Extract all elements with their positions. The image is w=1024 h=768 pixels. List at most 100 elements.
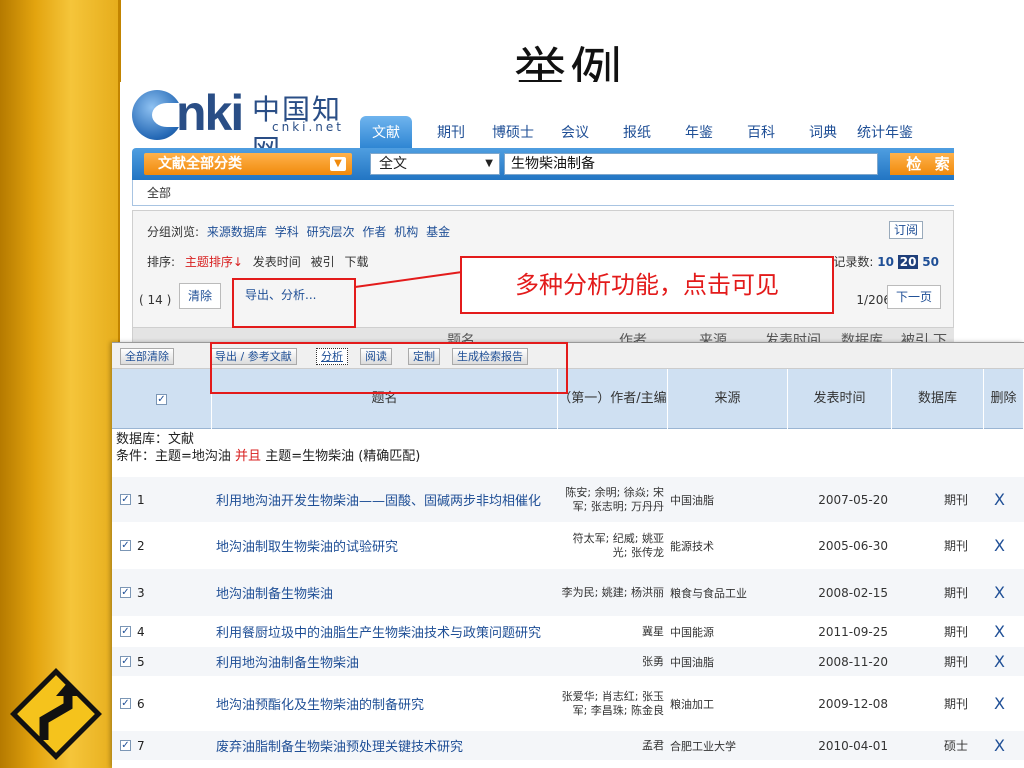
delete-icon[interactable]: X <box>994 647 1005 676</box>
field-select[interactable]: 全文 ▼ <box>370 153 500 175</box>
count-20[interactable]: 20 <box>897 255 919 269</box>
row-date: 2008-02-15 <box>818 585 888 600</box>
row-title-link[interactable]: 利用地沟油开发生物柴油——固酸、固碱两步非均相催化 <box>216 477 541 522</box>
tab-dictionary[interactable]: 词典 <box>792 116 854 148</box>
search-button[interactable]: 检 索 <box>890 153 954 175</box>
row-source: 粮食与食品工业 <box>670 586 747 600</box>
tab-thesis[interactable]: 博硕士 <box>482 116 544 148</box>
checkbox-icon[interactable]: ✓ <box>120 740 131 751</box>
search-bar: 文献全部分类 ▼ 全文 ▼ 生物柴油制备 检 索 <box>132 148 954 180</box>
row-date: 2010-04-01 <box>818 738 888 753</box>
tab-conference[interactable]: 会议 <box>544 116 606 148</box>
col-delete: 删除 <box>984 369 1024 429</box>
row-select[interactable]: ✓ 7 <box>120 731 145 760</box>
sort-label: 排序: <box>147 255 176 269</box>
checkbox-icon[interactable]: ✓ <box>120 494 131 505</box>
selected-count: ( 14 ) <box>139 293 172 307</box>
row-source: 中国油脂 <box>670 493 714 507</box>
sort-date[interactable]: 发表时间 <box>253 255 301 269</box>
group-subject[interactable]: 学科 <box>275 225 299 239</box>
row-db: 期刊 <box>943 586 968 600</box>
delete-icon[interactable]: X <box>994 477 1005 522</box>
delete-icon[interactable]: X <box>994 677 1005 730</box>
row-author: 符太军; 纪威; 姚亚光; 张传龙 <box>572 531 664 559</box>
clear-button[interactable]: 清除 <box>179 283 222 309</box>
search-input[interactable]: 生物柴油制备 <box>504 153 878 175</box>
callout-toolbar-highlight <box>210 342 568 394</box>
col-author: （第一）作者/主编 <box>558 369 668 429</box>
row-title-link[interactable]: 地沟油制备生物柴油 <box>216 569 333 616</box>
group-level[interactable]: 研究层次 <box>307 225 355 239</box>
group-source-db[interactable]: 来源数据库 <box>207 225 267 239</box>
row-date: 2011-09-25 <box>818 624 888 639</box>
row-db: 期刊 <box>943 697 968 711</box>
delete-icon[interactable]: X <box>994 731 1005 760</box>
checkbox-icon[interactable]: ✓ <box>120 626 131 637</box>
group-author[interactable]: 作者 <box>362 225 386 239</box>
count-10[interactable]: 10 <box>877 255 894 269</box>
search-conditions: 数据库：文献 条件：主题=地沟油 并且 主题=生物柴油 (精确匹配) <box>116 431 716 465</box>
row-select[interactable]: ✓ 4 <box>120 617 145 646</box>
page-indicator: 1/206 <box>856 293 891 307</box>
record-count: 记录数: 10 20 50 <box>833 253 939 270</box>
row-source: 粮油加工 <box>670 697 714 711</box>
row-author: 张爱华; 肖志红; 张玉军; 李昌珠; 陈金良 <box>561 689 664 717</box>
select-all-checkbox[interactable]: ✓ <box>156 393 167 405</box>
row-title-link[interactable]: 地沟油预酯化及生物柴油的制备研究 <box>216 677 424 730</box>
next-page-button[interactable]: 下一页 <box>886 285 941 309</box>
sort-download[interactable]: 下载 <box>344 255 368 269</box>
group-fund[interactable]: 基金 <box>426 225 450 239</box>
row-title-link[interactable]: 地沟油制取生物柴油的试验研究 <box>216 523 398 568</box>
tab-encyclopedia[interactable]: 百科 <box>730 116 792 148</box>
row-select[interactable]: ✓ 3 <box>120 569 145 616</box>
callout-note: 多种分析功能，点击可见 <box>460 256 834 314</box>
row-date: 2007-05-20 <box>818 492 888 507</box>
clear-all-button[interactable]: 全部清除 <box>120 348 174 365</box>
row-select[interactable]: ✓ 1 <box>120 477 145 522</box>
field-label: 全文 <box>379 156 407 172</box>
condition-prefix: 条件：主题=地沟油 <box>116 449 231 464</box>
tab-newspaper[interactable]: 报纸 <box>606 116 668 148</box>
row-select[interactable]: ✓ 6 <box>120 677 145 730</box>
checkbox-icon[interactable]: ✓ <box>120 698 131 709</box>
checkbox-icon[interactable]: ✓ <box>120 540 131 551</box>
delete-icon[interactable]: X <box>994 569 1005 616</box>
table-row: ✓ 6 地沟油预酯化及生物柴油的制备研究 张爱华; 肖志红; 张玉军; 李昌珠; … <box>112 677 1024 731</box>
row-title-link[interactable]: 利用餐厨垃圾中的油脂生产生物柴油技术与政策问题研究 <box>216 617 541 646</box>
count-50[interactable]: 50 <box>922 255 939 269</box>
checkbox-icon[interactable]: ✓ <box>120 587 131 598</box>
database-tabs: 文献 期刊 博硕士 会议 报纸 年鉴 百科 词典 统计年鉴 <box>360 116 916 148</box>
row-source: 中国能源 <box>670 625 714 639</box>
row-db: 期刊 <box>943 655 968 669</box>
table-row: ✓ 5 利用地沟油制备生物柴油 张勇 中国油脂 2008-11-20 期刊 X <box>112 647 1024 677</box>
tab-journal[interactable]: 期刊 <box>420 116 482 148</box>
group-institution[interactable]: 机构 <box>394 225 418 239</box>
tab-yearbook[interactable]: 年鉴 <box>668 116 730 148</box>
row-author: 李为民; 姚建; 杨洪丽 <box>561 585 664 599</box>
subscribe-button[interactable]: 订阅 <box>888 221 923 239</box>
row-title-link[interactable]: 废弃油脂制备生物柴油预处理关键技术研究 <box>216 731 463 760</box>
row-source: 中国油脂 <box>670 655 714 669</box>
row-source: 合肥工业大学 <box>670 739 736 753</box>
row-number: 6 <box>137 696 145 711</box>
slide-side-bar <box>0 0 118 768</box>
row-number: 1 <box>137 492 145 507</box>
category-select[interactable]: 文献全部分类 ▼ <box>144 153 352 175</box>
sort-topic[interactable]: 主题排序↓ <box>185 255 243 269</box>
record-count-label: 记录数: <box>833 255 874 269</box>
row-select[interactable]: ✓ 5 <box>120 647 145 676</box>
row-title-link[interactable]: 利用地沟油制备生物柴油 <box>216 647 359 676</box>
delete-icon[interactable]: X <box>994 617 1005 646</box>
row-select[interactable]: ✓ 2 <box>120 523 145 568</box>
delete-icon[interactable]: X <box>994 523 1005 568</box>
sort-cited[interactable]: 被引 <box>311 255 335 269</box>
road-sign-icon <box>10 668 102 760</box>
row-date: 2005-06-30 <box>818 538 888 553</box>
cnki-logo[interactable]: nki 中国知网 cnki.net <box>132 85 362 166</box>
row-db: 硕士 <box>943 739 968 753</box>
tab-literature[interactable]: 文献 <box>360 116 412 148</box>
header-checkbox-cell: ✓ <box>112 369 212 429</box>
checkbox-icon[interactable]: ✓ <box>120 656 131 667</box>
category-all[interactable]: 全部 <box>132 180 954 206</box>
tab-statistics[interactable]: 统计年鉴 <box>854 116 916 148</box>
